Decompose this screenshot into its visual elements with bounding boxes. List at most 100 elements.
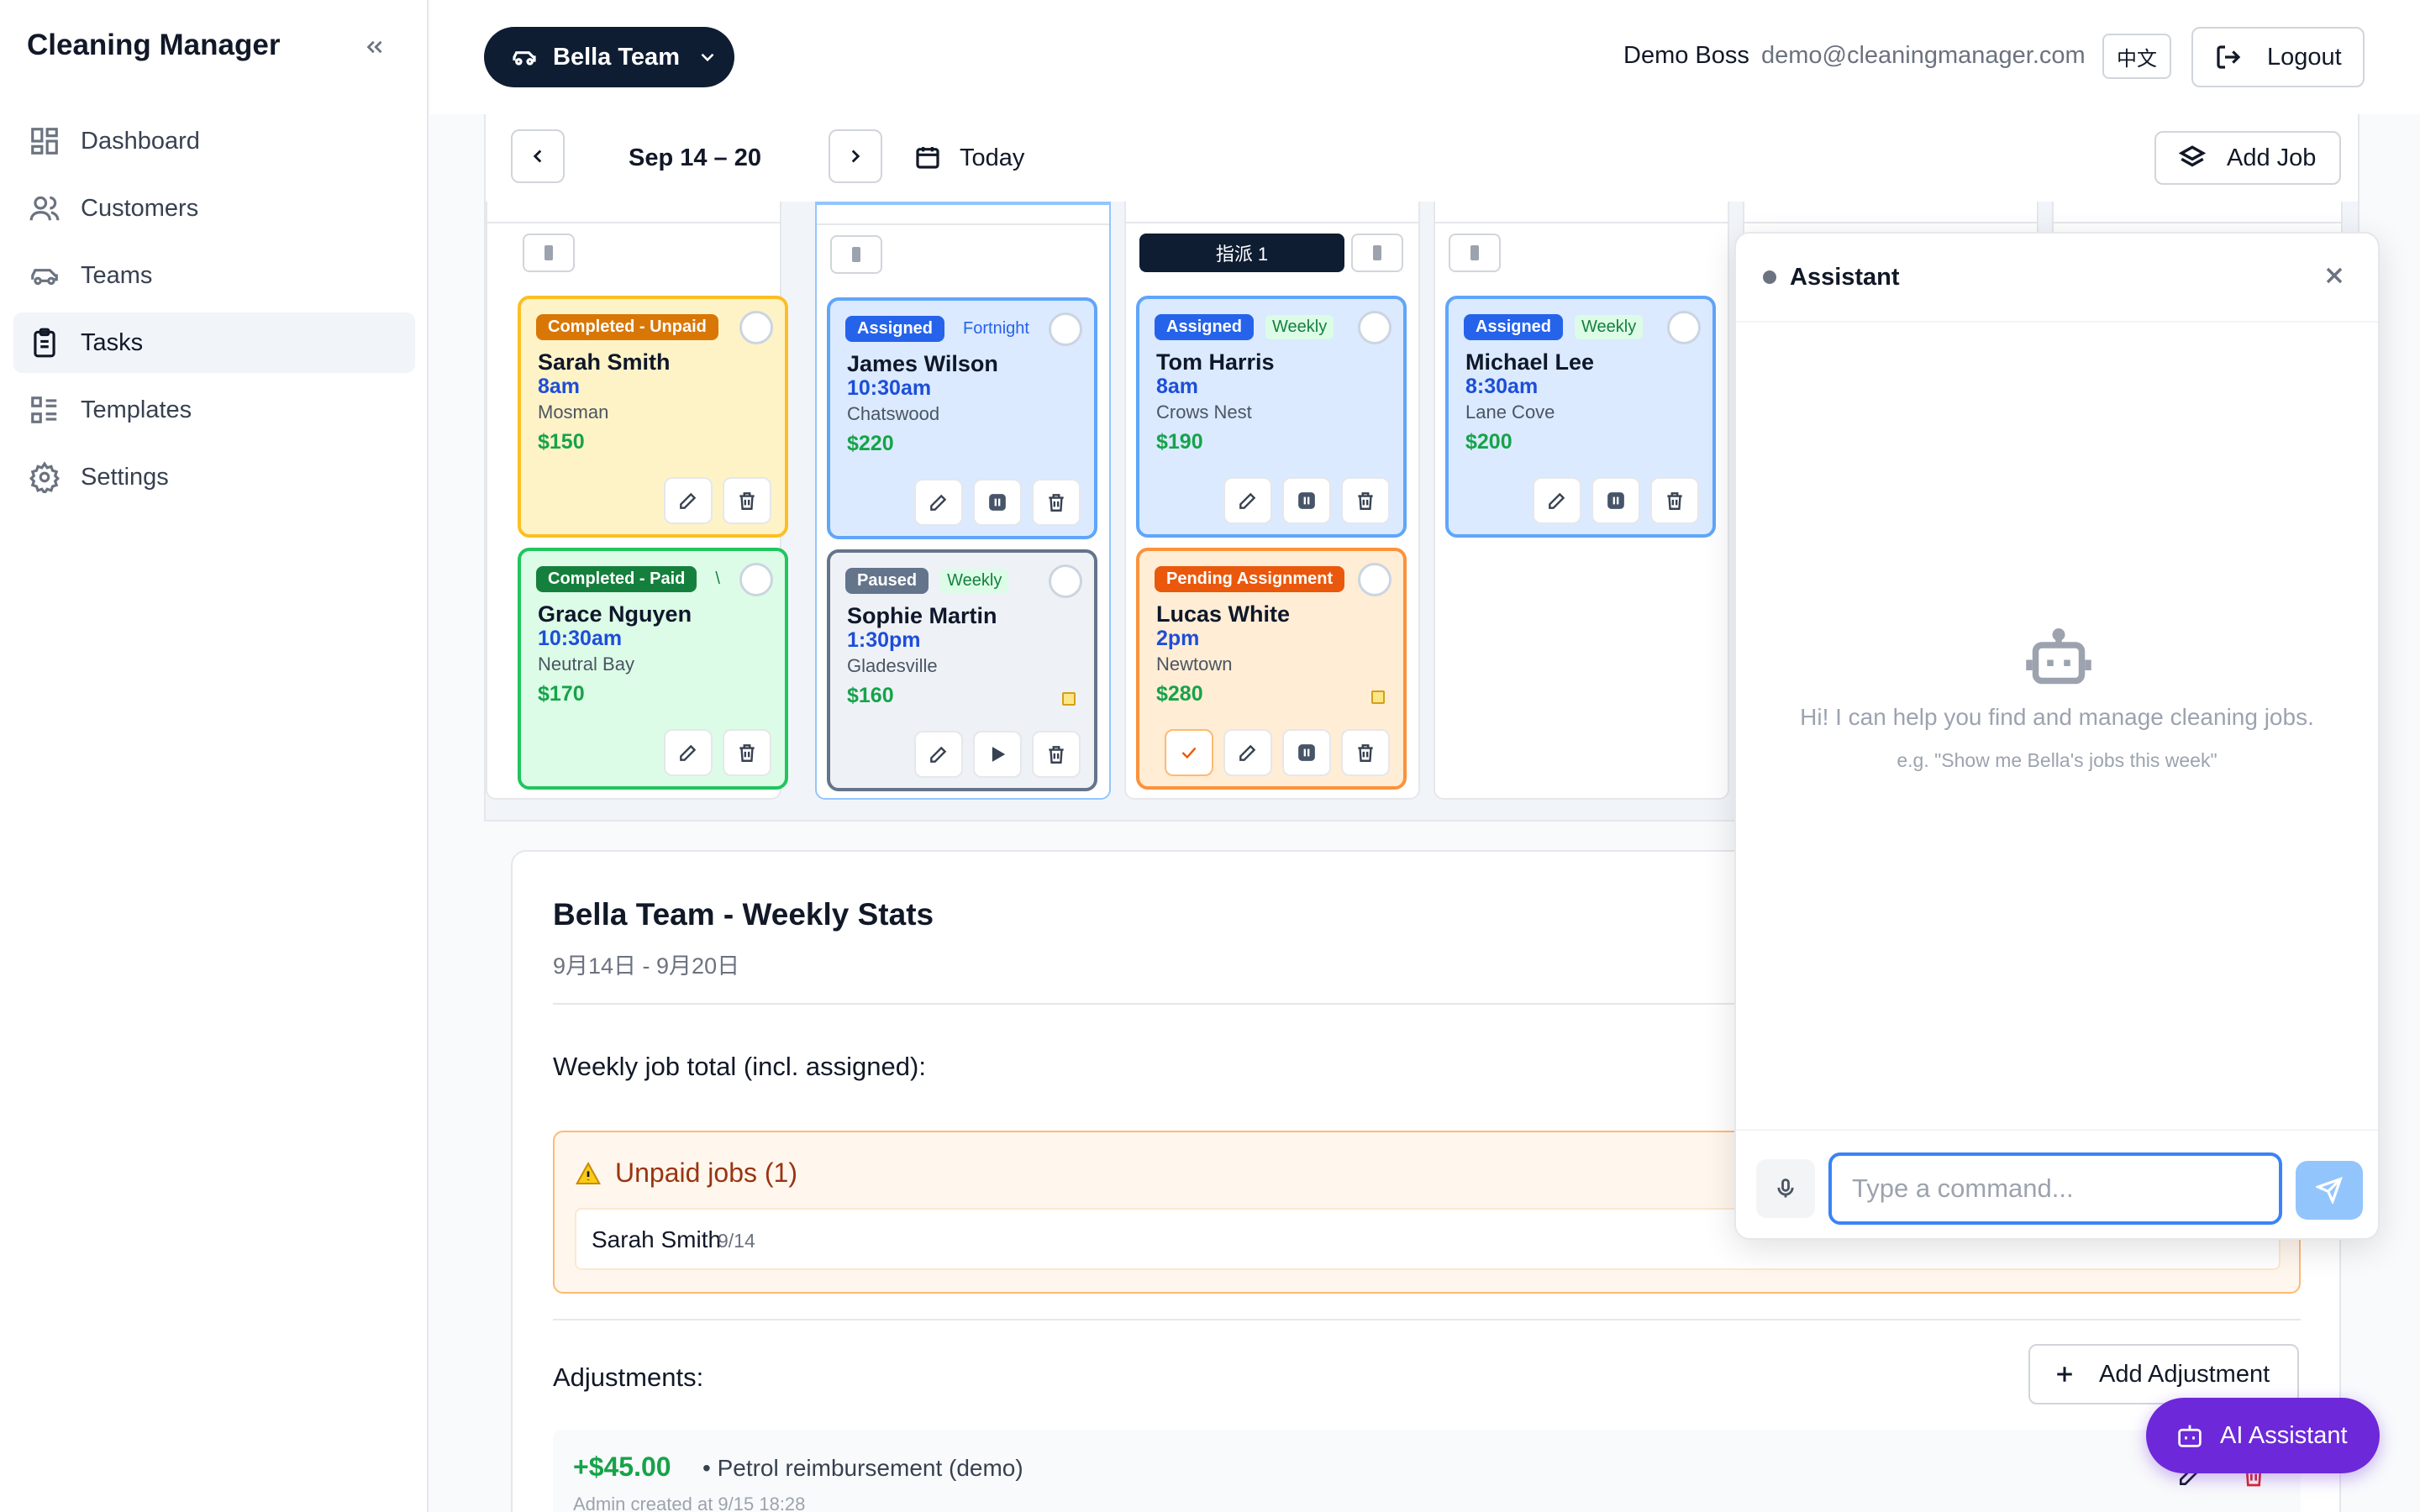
job-time: 8:30am <box>1465 375 1539 398</box>
edit-button[interactable] <box>664 477 713 524</box>
edit-button[interactable] <box>1533 477 1581 524</box>
edit-button[interactable] <box>1223 729 1272 776</box>
select-checkbox[interactable] <box>1667 311 1701 344</box>
send-button[interactable] <box>2296 1161 2363 1220</box>
sidebar-item-tasks[interactable]: Tasks <box>13 312 415 373</box>
edit-button[interactable] <box>664 729 713 776</box>
robot-icon <box>2178 1425 2202 1447</box>
sidebar-item-templates[interactable]: Templates <box>13 380 415 440</box>
column-toggle[interactable] <box>830 235 882 274</box>
assistant-hint: Hi! I can help you find and manage clean… <box>1800 704 2314 730</box>
select-checkbox[interactable] <box>1049 312 1082 346</box>
job-card[interactable]: Assigned Weekly Tom Harris 8am Crows Nes… <box>1136 296 1407 538</box>
weekly-total-label: Weekly job total (incl. assigned): <box>553 1052 926 1081</box>
microphone-button[interactable] <box>1756 1159 1815 1218</box>
edit-button[interactable] <box>914 479 963 526</box>
trash-icon <box>739 744 755 762</box>
pause-button[interactable] <box>1282 477 1331 524</box>
adjustment-description: • Petrol reimbursement (demo) <box>702 1455 1023 1481</box>
delete-button[interactable] <box>723 729 771 776</box>
confirm-button[interactable] <box>1165 729 1213 776</box>
pause-button[interactable] <box>1591 477 1640 524</box>
job-card[interactable]: Completed - Paid \ Grace Nguyen 10:30am … <box>518 548 788 790</box>
resume-button[interactable] <box>973 731 1022 778</box>
delete-button[interactable] <box>1650 477 1699 524</box>
select-checkbox[interactable] <box>739 563 773 596</box>
job-location: Lane Cove <box>1465 402 1555 423</box>
job-price: $190 <box>1156 430 1203 454</box>
frequency-badge: Weekly <box>1265 315 1334 339</box>
column-divider <box>487 222 780 223</box>
clipboard-icon <box>34 328 55 358</box>
job-card[interactable]: Assigned Weekly Michael Lee 8:30am Lane … <box>1445 296 1716 538</box>
customer-name: Lucas White <box>1156 601 1291 627</box>
chevron-right-icon <box>851 150 860 163</box>
sidebar-item-customers[interactable]: Customers <box>13 178 415 239</box>
edit-button[interactable] <box>1223 477 1272 524</box>
language-toggle[interactable]: 中文 <box>2102 34 2171 79</box>
sidebar-item-dashboard[interactable]: Dashboard <box>13 111 415 171</box>
select-checkbox[interactable] <box>1049 564 1082 598</box>
trash-icon <box>1049 494 1064 512</box>
job-location: Crows Nest <box>1156 402 1252 423</box>
prev-week-button[interactable] <box>511 129 565 183</box>
column-toggle[interactable] <box>523 234 575 272</box>
users-icon <box>29 196 60 221</box>
job-card[interactable]: Pending Assignment Lucas White 2pm Newto… <box>1136 548 1407 790</box>
edit-button[interactable] <box>914 731 963 778</box>
robot-icon <box>2025 628 2092 691</box>
pencil-icon <box>1239 492 1256 509</box>
adjustment-meta: Admin created at 9/15 18:28 <box>573 1494 806 1512</box>
delete-button[interactable] <box>723 477 771 524</box>
status-dot <box>1763 270 1776 284</box>
add-adjustment-label: Add Adjustment <box>2099 1360 2270 1388</box>
close-icon[interactable] <box>2321 262 2348 293</box>
column-toggle[interactable] <box>1449 234 1501 272</box>
delete-button[interactable] <box>1341 477 1390 524</box>
job-card[interactable]: Paused Weekly Sophie Martin 1:30pm Glade… <box>827 549 1097 791</box>
sidebar-item-teams[interactable]: Teams <box>13 245 415 306</box>
select-checkbox[interactable] <box>739 311 773 344</box>
logout-button[interactable]: Logout <box>2191 27 2365 87</box>
app-title: Cleaning Manager <box>27 29 281 61</box>
add-job-button[interactable]: Add Job <box>2154 131 2341 185</box>
pause-button[interactable] <box>973 479 1022 526</box>
pencil-icon <box>680 744 697 761</box>
job-card[interactable]: Completed - Unpaid Sarah Smith 8am Mosma… <box>518 296 788 538</box>
assign-chip[interactable]: 指派 1 <box>1139 234 1344 272</box>
chevron-down-icon <box>701 53 714 62</box>
pencil-icon <box>930 494 947 511</box>
collapse-sidebar-icon[interactable] <box>360 32 390 62</box>
command-input[interactable] <box>1828 1152 2282 1225</box>
delete-button[interactable] <box>1341 729 1390 776</box>
top-header: Bella Team Demo Boss demo@cleaningmanage… <box>430 0 2420 114</box>
stats-title: Bella Team - Weekly Stats <box>553 897 934 932</box>
ai-assistant-button[interactable]: AI Assistant <box>2146 1398 2380 1473</box>
next-week-button[interactable] <box>829 129 882 183</box>
user-name: Demo Boss <box>1623 42 1749 69</box>
logout-icon <box>2217 45 2241 69</box>
column-toggle[interactable] <box>1351 234 1403 272</box>
status-badge: Completed - Unpaid <box>536 314 718 340</box>
select-checkbox[interactable] <box>1358 563 1392 596</box>
team-selector[interactable]: Bella Team <box>484 27 734 87</box>
unpaid-job-date: 9/14 <box>718 1230 755 1252</box>
today-button[interactable]: Today <box>914 144 1024 172</box>
plus-icon <box>2057 1367 2072 1382</box>
pencil-icon <box>1549 492 1565 509</box>
job-card[interactable]: Assigned Fortnight James Wilson 10:30am … <box>827 297 1097 539</box>
trash-icon <box>1049 746 1064 764</box>
sidebar-item-label: Teams <box>81 261 153 289</box>
status-badge: Assigned <box>1155 314 1255 340</box>
pause-button[interactable] <box>1282 729 1331 776</box>
select-checkbox[interactable] <box>1358 311 1392 344</box>
column-divider <box>2054 222 2341 223</box>
car-icon <box>31 269 58 286</box>
status-badge: Assigned <box>1464 314 1564 340</box>
logout-label: Logout <box>2267 43 2342 71</box>
job-location: Neutral Bay <box>538 654 634 675</box>
delete-button[interactable] <box>1032 479 1081 526</box>
sidebar-item-settings[interactable]: Settings <box>13 447 415 507</box>
delete-button[interactable] <box>1032 731 1081 778</box>
add-adjustment-button[interactable]: Add Adjustment <box>2028 1344 2299 1404</box>
